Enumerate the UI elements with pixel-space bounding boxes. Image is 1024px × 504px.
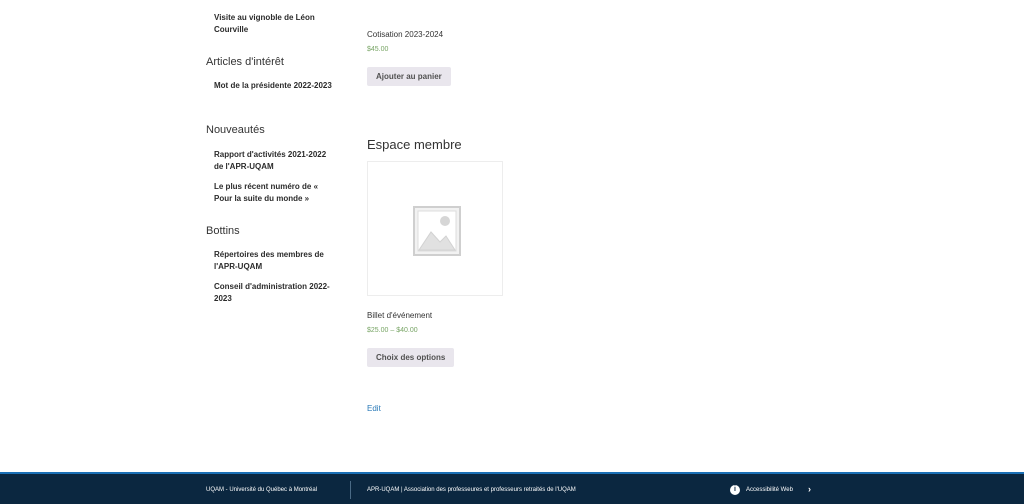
footer-apr-uqam-link[interactable]: APR-UQAM | Association des professeures … bbox=[367, 486, 576, 494]
sidebar-heading-articles: Articles d'intérêt bbox=[206, 56, 284, 68]
product-name-billet[interactable]: Billet d'événement bbox=[367, 311, 432, 321]
product-price-billet: $25.00 – $40.00 bbox=[367, 327, 418, 334]
sidebar-link-repertoires-membres[interactable]: Répertoires des membres de l'APR-UQAM bbox=[214, 249, 332, 273]
footer-uqam-link[interactable]: UQAM - Université du Québec à Montréal bbox=[206, 486, 317, 494]
sidebar-link-visite-vignoble[interactable]: Visite au vignoble de Léon Courville bbox=[214, 12, 332, 36]
image-placeholder-icon bbox=[413, 206, 461, 256]
footer-accessibility-link[interactable]: Accessibilité Web bbox=[746, 486, 793, 494]
sidebar-link-mot-presidente[interactable]: Mot de la présidente 2022-2023 bbox=[214, 80, 332, 92]
sidebar-link-conseil-administration[interactable]: Conseil d'administration 2022-2023 bbox=[214, 281, 332, 305]
info-icon: i bbox=[730, 485, 740, 495]
add-to-cart-button[interactable]: Ajouter au panier bbox=[367, 67, 451, 86]
select-options-button[interactable]: Choix des options bbox=[367, 348, 455, 367]
edit-link[interactable]: Edit bbox=[367, 404, 381, 413]
footer: UQAM - Université du Québec à Montréal A… bbox=[0, 472, 1024, 504]
sidebar-heading-nouveautes: Nouveautés bbox=[206, 124, 265, 136]
product-name-cotisation[interactable]: Cotisation 2023-2024 bbox=[367, 30, 443, 40]
sidebar-heading-bottins: Bottins bbox=[206, 225, 240, 237]
sidebar-link-recent-numero[interactable]: Le plus récent numéro de « Pour la suite… bbox=[214, 181, 332, 205]
product-image-billet[interactable] bbox=[367, 161, 503, 296]
section-title-espace-membre: Espace membre bbox=[367, 137, 462, 152]
product-price-cotisation: $45.00 bbox=[367, 46, 389, 53]
sidebar-link-rapport-activites[interactable]: Rapport d'activités 2021-2022 de l'APR-U… bbox=[214, 149, 332, 173]
footer-divider bbox=[350, 481, 351, 499]
chevron-right-icon[interactable]: › bbox=[808, 484, 811, 495]
